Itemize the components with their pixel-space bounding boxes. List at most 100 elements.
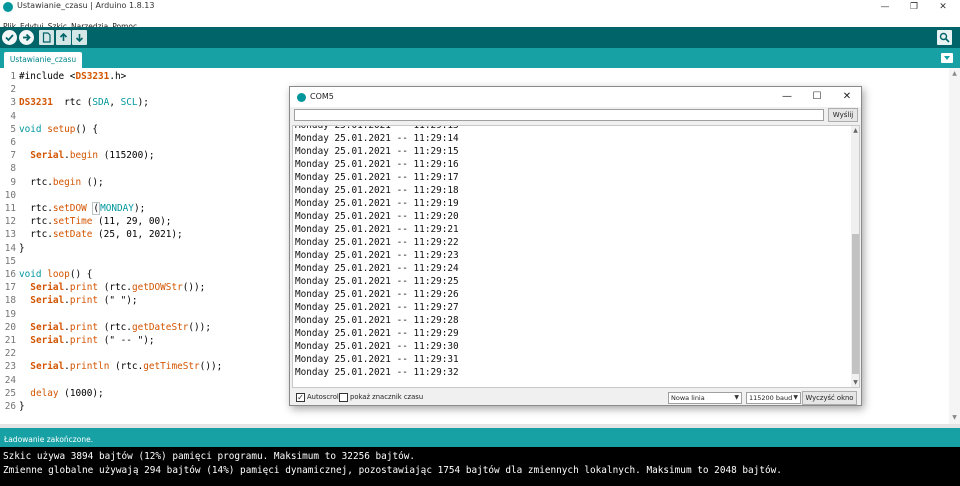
code-line: 14} [0, 242, 25, 255]
code-token: (); [81, 176, 104, 188]
send-button[interactable]: Wyślij [828, 108, 858, 122]
code-line: 4 [0, 110, 19, 123]
code-line: 16 void loop() { [0, 268, 93, 281]
line-number: 15 [4, 255, 16, 267]
code-token: void [19, 269, 42, 280]
serial-minimize-button[interactable]: — [776, 89, 798, 105]
code-token: void [19, 123, 42, 135]
line-number: 26 [4, 401, 16, 412]
code-line: 22 [0, 347, 19, 360]
minimize-button[interactable]: — [871, 0, 899, 14]
code-line: 1 #include <DS3231.h> [0, 70, 126, 83]
code-line: 20 Serial.print (rtc.getDateStr()); [0, 321, 211, 334]
console-output: Szkic używa 3894 bajtów (12%) pamięci pr… [0, 447, 960, 486]
serial-maximize-button[interactable]: ☐ [806, 89, 828, 105]
line-ending-select[interactable]: Nowa linia ▼ [668, 392, 742, 404]
code-line: 13 rtc.setDate (25, 01, 2021); [0, 228, 183, 241]
line-ending-value: Nowa linia [671, 394, 705, 402]
code-line: 8 [0, 162, 19, 175]
timestamp-checkbox[interactable] [339, 393, 348, 402]
serial-scrollbar[interactable]: ▲ ▼ [851, 126, 859, 387]
autoscroll-checkbox[interactable]: ✓ [296, 393, 305, 402]
new-icon[interactable] [39, 30, 54, 45]
serial-line: Monday 25.01.2021 -- 11:29:24 [295, 263, 459, 274]
code-line: 24 [0, 374, 19, 387]
scroll-up-icon[interactable]: ▲ [951, 70, 958, 77]
code-token: Serial [30, 321, 65, 333]
code-token: ); [133, 203, 146, 214]
scrollbar-thumb[interactable] [852, 234, 859, 374]
code-line: 26} [0, 400, 25, 413]
line-number: 22 [4, 348, 16, 360]
arduino-icon [3, 2, 13, 12]
tab-bar: Ustawianie_czasu [0, 48, 960, 68]
maximize-button[interactable]: ❐ [900, 0, 928, 14]
serial-close-button[interactable]: ✕ [836, 89, 858, 105]
line-number: 5 [10, 123, 16, 135]
serial-monitor-icon[interactable] [937, 30, 952, 45]
baud-select[interactable]: 115200 baud ▼ [746, 392, 801, 404]
code-token: begin [69, 150, 99, 162]
code-line: 2 [0, 83, 19, 96]
tab-sketch[interactable]: Ustawianie_czasu [4, 52, 82, 68]
scroll-down-icon[interactable]: ▼ [851, 378, 859, 387]
code-token: setup [47, 123, 76, 135]
editor-scrollbar[interactable]: ▲ ▼ [949, 68, 960, 424]
code-token: .h> [109, 71, 127, 82]
code-token: (" "); [98, 295, 138, 307]
serial-line: Monday 25.01.2021 -- 11:29:25 [295, 276, 459, 287]
code-token: begin [52, 176, 82, 188]
code-token: () { [69, 269, 93, 280]
scroll-up-icon[interactable]: ▲ [851, 126, 859, 135]
save-icon[interactable] [72, 30, 87, 45]
code-token: (rtc. [98, 321, 132, 333]
serial-line: Monday 25.01.2021 -- 11:29:16 [295, 159, 459, 170]
serial-line: Monday 25.01.2021 -- 11:29:23 [295, 250, 459, 261]
code-token: print [69, 282, 99, 294]
code-token: } [19, 401, 25, 412]
baud-value: 115200 baud [749, 394, 793, 402]
code-token: Serial [30, 282, 65, 294]
clear-output-button[interactable]: Wyczyść okno [802, 391, 857, 405]
code-token: } [19, 242, 25, 254]
line-number: 23 [4, 361, 16, 373]
code-token: getDateStr [131, 321, 189, 333]
line-number: 6 [10, 137, 16, 148]
chevron-down-icon: ▼ [793, 394, 798, 401]
code-token: setTime [52, 216, 93, 228]
code-token: setDate [52, 229, 93, 241]
line-number: 13 [4, 229, 16, 241]
serial-line: Monday 25.01.2021 -- 11:29:20 [295, 211, 459, 222]
console-line: Szkic używa 3894 bajtów (12%) pamięci pr… [3, 451, 416, 462]
code-token: SDA [92, 97, 110, 109]
line-number: 11 [4, 203, 16, 214]
code-line: 17 Serial.print (rtc.getDOWStr()); [0, 281, 206, 294]
upload-icon[interactable] [19, 30, 34, 45]
code-token: SCL [120, 97, 138, 109]
code-line: 5 void setup() { [0, 123, 98, 136]
tab-menu-chevron-down-icon[interactable] [941, 53, 953, 63]
menu-bar: PlikEdytujSzkicNarzędziaPomoc [0, 14, 960, 31]
serial-bottom-bar: ✓ Autoscroll pokaż znacznik czasu Nowa l… [290, 390, 861, 406]
close-button[interactable]: ✕ [929, 0, 957, 14]
autoscroll-label: Autoscroll [307, 393, 341, 401]
code-token: , [109, 97, 121, 109]
open-icon[interactable] [56, 30, 71, 45]
line-number: 7 [10, 150, 16, 162]
line-number: 21 [4, 335, 16, 346]
serial-send-input[interactable] [294, 109, 824, 121]
verify-icon[interactable] [2, 30, 17, 45]
code-token: ()); [188, 321, 211, 333]
status-text: Ładowanie zakończone. [4, 435, 94, 444]
code-token: #include < [19, 71, 76, 82]
code-token: DS3231 [75, 71, 110, 82]
scroll-down-icon[interactable]: ▼ [951, 414, 958, 421]
serial-line: Monday 25.01.2021 -- 11:29:26 [295, 289, 459, 300]
line-number: 20 [4, 321, 16, 333]
